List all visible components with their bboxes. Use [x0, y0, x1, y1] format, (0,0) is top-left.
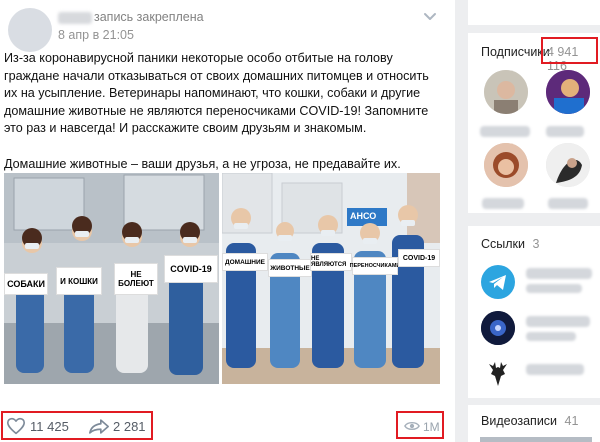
subscriber-name-blurred: [482, 198, 524, 209]
subscriber-avatar[interactable]: [484, 143, 528, 187]
sign-perenoschikami: ПЕРЕНОСЧИКАМИ: [350, 257, 400, 275]
subscribers-count-highlight: [541, 37, 598, 64]
link-avatar[interactable]: [481, 356, 515, 390]
subscriber-avatar[interactable]: [484, 70, 528, 114]
post-date[interactable]: 8 апр в 21:05: [58, 28, 134, 42]
links-count: 3: [532, 237, 540, 251]
link-title-blurred[interactable]: [526, 364, 584, 375]
link-url-blurred: [526, 284, 582, 293]
subscriber-photo: [546, 70, 590, 114]
subscriber-photo: [484, 143, 528, 187]
sign-zhivotnye: ЖИВОТНЫЕ: [268, 259, 312, 277]
link-title-blurred[interactable]: [526, 316, 590, 327]
views-count: 1M: [423, 420, 440, 434]
post-photo-2[interactable]: АНСО ДОМАШНИЕ ЖИВОТНЫЕ НЕ ЯВЛЯЮТСЯ ПЕРЕН…: [222, 173, 440, 384]
post-text: Из-за коронавирусной паники некоторые ос…: [4, 50, 444, 173]
links-card: Ссылки 3: [468, 226, 600, 398]
link-title-blurred[interactable]: [526, 268, 592, 279]
video-thumbnail[interactable]: [480, 437, 592, 442]
post-paragraph: Домашние животные – ваши друзья, а не уг…: [4, 156, 401, 171]
author-name-blurred[interactable]: [58, 12, 92, 24]
shares-count[interactable]: 2 281: [113, 419, 146, 434]
sign-covid: COVID-19: [164, 255, 218, 283]
videos-card: Видеозаписи 41: [468, 405, 600, 442]
wall-post: запись закреплена 8 апр в 21:05 Из-за ко…: [0, 0, 455, 442]
links-title-text: Ссылки: [481, 237, 526, 251]
subscriber-avatar[interactable]: [546, 143, 590, 187]
clinic-logo: АНСО: [350, 211, 377, 221]
subscriber-name-blurred: [480, 126, 530, 137]
videos-count: 41: [564, 414, 579, 428]
sign-sobaki: СОБАКИ: [4, 273, 48, 295]
post-paragraph: Из-за коронавирусной паники некоторые ос…: [4, 51, 429, 136]
share-arrow-icon[interactable]: [88, 418, 110, 435]
sidebar-top-card: [468, 0, 600, 25]
link-avatar[interactable]: [481, 311, 515, 345]
subscribers-card: Подписчики 4 941 116: [468, 33, 600, 213]
pinned-label: запись закреплена: [94, 10, 204, 24]
photo-2-illustration: [222, 173, 440, 384]
sign-ne-boleyut: НЕ БОЛЕЮТ: [114, 263, 158, 295]
link-avatar-image: [481, 311, 515, 345]
sign-i-koshki: И КОШКИ: [56, 267, 102, 295]
post-photo-1[interactable]: СОБАКИ И КОШКИ НЕ БОЛЕЮТ COVID-19: [4, 173, 219, 384]
videos-title[interactable]: Видеозаписи 41: [481, 414, 578, 428]
subscriber-name-blurred: [548, 198, 588, 209]
subscriber-name-blurred: [546, 126, 584, 137]
subscriber-photo: [484, 70, 528, 114]
videos-title-text: Видеозаписи: [481, 414, 558, 428]
heart-icon[interactable]: [6, 417, 26, 435]
sign-ne-yavlyayutsya: НЕ ЯВЛЯЮТСЯ: [310, 253, 352, 271]
links-title[interactable]: Ссылки 3: [481, 237, 539, 251]
subscriber-photo: [546, 143, 590, 187]
link-url-blurred: [526, 332, 576, 341]
telegram-icon: [489, 275, 506, 290]
sign-covid-2: COVID-19: [398, 249, 440, 267]
link-avatar-telegram[interactable]: [481, 265, 515, 299]
sign-domashnie: ДОМАШНИЕ: [222, 253, 268, 271]
likes-count[interactable]: 11 425: [30, 419, 69, 434]
subscribers-title[interactable]: Подписчики: [481, 45, 550, 59]
deer-logo-icon: [489, 362, 507, 386]
eye-icon: [404, 421, 420, 431]
subscriber-avatar[interactable]: [546, 70, 590, 114]
author-avatar[interactable]: [8, 8, 52, 52]
chevron-down-icon[interactable]: [423, 12, 437, 22]
